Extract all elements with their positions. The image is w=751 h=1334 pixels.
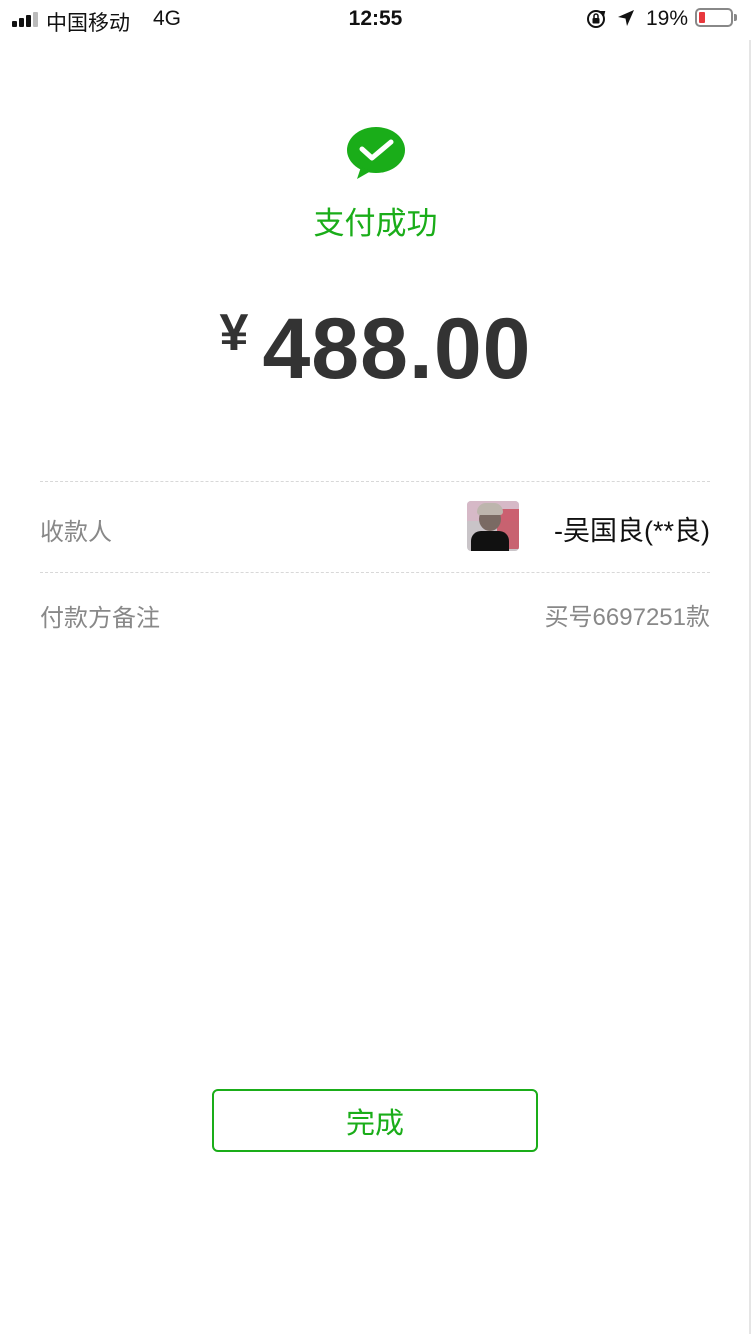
battery-level bbox=[699, 12, 705, 23]
divider bbox=[40, 481, 710, 482]
battery-percent: 19% bbox=[646, 7, 689, 30]
amount-display: ¥488.00 bbox=[0, 300, 751, 399]
avatar bbox=[467, 501, 519, 551]
status-bar: 中国移动 4G 12:55 19% bbox=[0, 0, 751, 40]
clock: 12:55 bbox=[348, 7, 403, 30]
location-arrow-icon bbox=[618, 10, 634, 26]
divider bbox=[40, 572, 710, 573]
done-button[interactable]: 完成 bbox=[212, 1089, 538, 1152]
payee-name: -吴国良(**良) bbox=[554, 516, 710, 546]
remark-value: 买号6697251款 bbox=[544, 604, 710, 631]
amount-value: 488.00 bbox=[262, 301, 532, 397]
payee-label: 收款人 bbox=[40, 519, 112, 546]
remark-label: 付款方备注 bbox=[40, 605, 160, 632]
wechat-pay-icon bbox=[347, 127, 405, 179]
currency-symbol: ¥ bbox=[219, 304, 249, 362]
orientation-lock-icon bbox=[587, 10, 606, 28]
battery-icon bbox=[695, 8, 737, 27]
payment-success-title: 支付成功 bbox=[313, 206, 438, 241]
